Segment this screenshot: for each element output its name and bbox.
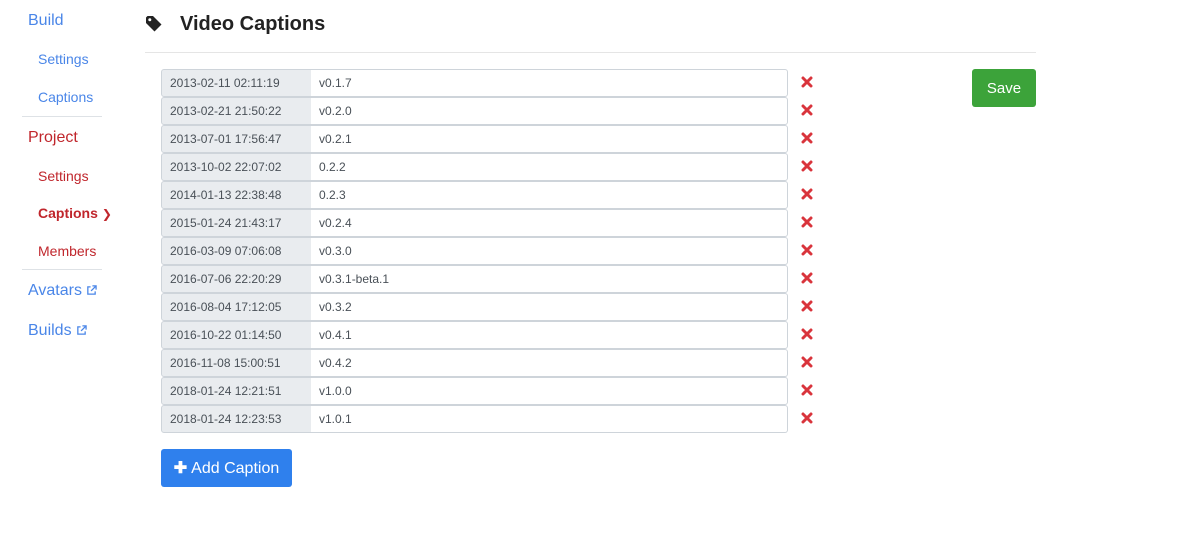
plus-icon: ✚ [173,460,188,477]
caption-version-field[interactable]: v1.0.0 [311,377,788,405]
delete-icon[interactable] [801,216,813,228]
caption-time-field[interactable]: 2018-01-24 12:23:53 [161,405,312,433]
delete-icon[interactable] [801,300,813,312]
caption-version-field[interactable]: 0.2.2 [311,153,788,181]
sidebar-project-captions-label: Captions [38,205,98,221]
page-title: Video Captions [180,13,326,35]
sidebar-build-settings[interactable]: Settings [38,51,89,67]
caption-version-field[interactable]: v0.2.4 [311,209,788,237]
add-caption-button[interactable]: ✚ Add Caption [161,449,292,487]
caption-time-field[interactable]: 2016-07-06 22:20:29 [161,265,312,293]
caption-version-field[interactable]: v0.4.2 [311,349,788,377]
caption-time-field[interactable]: 2016-03-09 07:06:08 [161,237,312,265]
caption-time-field[interactable]: 2013-10-02 22:07:02 [161,153,312,181]
caption-version-field[interactable]: v0.3.2 [311,293,788,321]
sidebar-builds-label: Builds [28,322,72,339]
caption-time-field[interactable]: 2016-10-22 01:14:50 [161,321,312,349]
delete-icon[interactable] [801,272,813,284]
add-caption-label: Add Caption [191,460,280,477]
sidebar-project[interactable]: Project [28,129,78,147]
external-link-icon [87,285,97,295]
caption-time-field[interactable]: 2015-01-24 21:43:17 [161,209,312,237]
caption-time-field[interactable]: 2013-02-21 21:50:22 [161,97,312,125]
chevron-right-icon: ❯ [101,207,112,221]
caption-time-field[interactable]: 2013-02-11 02:11:19 [161,69,312,97]
caption-version-field[interactable]: v1.0.1 [311,405,788,433]
delete-icon[interactable] [801,244,813,256]
sidebar-divider [22,116,102,117]
caption-time-field[interactable]: 2013-07-01 17:56:47 [161,125,312,153]
tag-icon [146,16,162,32]
sidebar-project-captions[interactable]: Captions ❯ [38,205,112,221]
caption-version-field[interactable]: v0.2.0 [311,97,788,125]
delete-icon[interactable] [801,104,813,116]
external-link-icon [76,325,87,335]
delete-icon[interactable] [801,384,813,396]
delete-icon[interactable] [801,412,813,424]
delete-icon[interactable] [801,188,813,200]
caption-version-field[interactable]: v0.3.1-beta.1 [311,265,788,293]
delete-icon[interactable] [801,160,813,172]
delete-icon[interactable] [801,76,813,88]
sidebar-builds[interactable]: Builds [28,322,87,340]
caption-time-field[interactable]: 2016-08-04 17:12:05 [161,293,312,321]
delete-icon[interactable] [801,356,813,368]
sidebar-project-members[interactable]: Members [38,243,96,259]
caption-time-field[interactable]: 2018-01-24 12:21:51 [161,377,312,405]
sidebar-build-captions[interactable]: Captions [38,89,93,105]
sidebar-build[interactable]: Build [28,12,64,30]
caption-version-field[interactable]: v0.4.1 [311,321,788,349]
delete-icon[interactable] [801,132,813,144]
caption-time-field[interactable]: 2016-11-08 15:00:51 [161,349,312,377]
caption-version-field[interactable]: v0.2.1 [311,125,788,153]
sidebar-avatars-label: Avatars [28,282,82,299]
caption-time-field[interactable]: 2014-01-13 22:38:48 [161,181,312,209]
sidebar-avatars[interactable]: Avatars [28,282,97,300]
delete-icon[interactable] [801,328,813,340]
caption-version-field[interactable]: v0.3.0 [311,237,788,265]
caption-version-field[interactable]: v0.1.7 [311,69,788,97]
caption-version-field[interactable]: 0.2.3 [311,181,788,209]
sidebar-divider [22,269,102,270]
save-button[interactable]: Save [972,69,1036,107]
page-header: Video Captions [145,10,1036,53]
sidebar-project-settings[interactable]: Settings [38,168,89,184]
